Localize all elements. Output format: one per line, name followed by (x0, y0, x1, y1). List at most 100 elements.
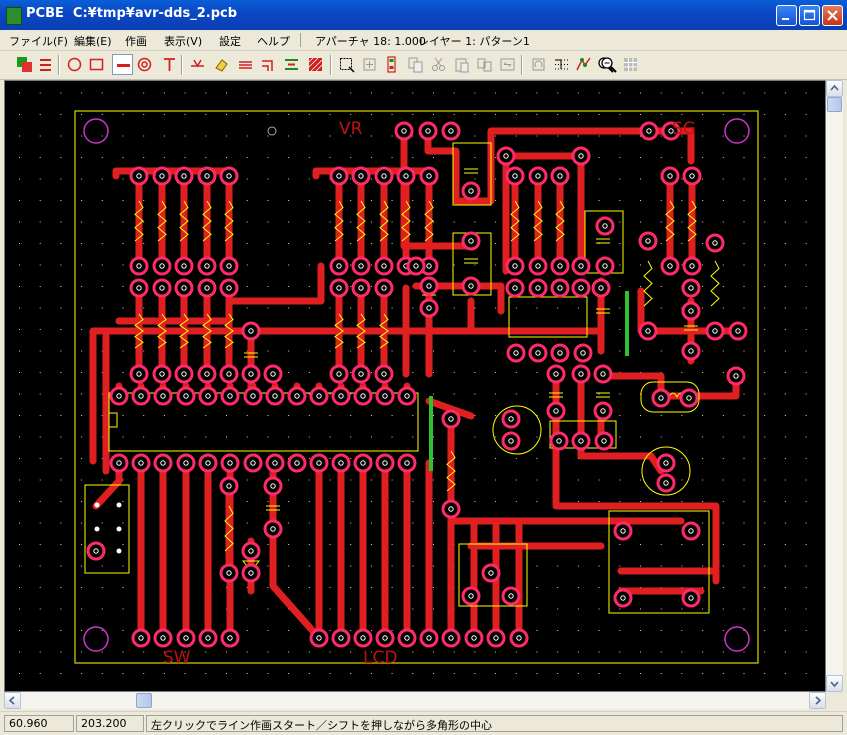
select-area-icon (340, 58, 355, 73)
pad (419, 276, 439, 296)
pad (681, 341, 701, 361)
mounting-hole (83, 626, 109, 652)
pad-tool-button[interactable] (134, 54, 155, 75)
rectangle-tool-button[interactable] (86, 54, 107, 75)
pad (353, 453, 373, 473)
scroll-up-button[interactable] (826, 80, 843, 97)
label-vr: VR (339, 119, 363, 139)
pad (197, 256, 217, 276)
aperture-readout: アパーチャ 18: 1.000 (315, 35, 426, 48)
pad (198, 386, 218, 406)
bus-line-icon (239, 61, 252, 69)
paste-button[interactable] (451, 54, 472, 75)
layer-switch-button[interactable] (35, 54, 56, 75)
horizontal-scrollbar[interactable] (4, 692, 826, 709)
cut-button[interactable] (428, 54, 449, 75)
vertical-scrollbar[interactable] (826, 80, 843, 692)
pad (396, 166, 416, 186)
junction-button[interactable] (187, 54, 208, 75)
menu-file[interactable]: ファイル(F) (9, 33, 68, 49)
maximize-icon (803, 9, 816, 21)
zoom-out-button[interactable] (598, 54, 619, 75)
pad (546, 401, 566, 421)
pad (461, 276, 481, 296)
pad (546, 364, 566, 384)
scroll-right-button[interactable] (809, 692, 826, 709)
pad (174, 278, 194, 298)
line-tool-button[interactable] (112, 54, 133, 75)
scroll-left-button[interactable] (4, 692, 21, 709)
fill-area-button[interactable] (305, 54, 326, 75)
pcb-drawing[interactable]: VR SG SW LCD (5, 81, 825, 691)
text-tool-button[interactable] (159, 54, 180, 75)
pad (613, 588, 633, 608)
menu-draw[interactable]: 作画 (125, 33, 147, 49)
pad (153, 628, 173, 648)
menu-view[interactable]: 表示(V) (164, 33, 202, 49)
pad (131, 386, 151, 406)
mirror-button[interactable] (497, 54, 518, 75)
pad (351, 166, 371, 186)
pad (197, 166, 217, 186)
pad (419, 166, 439, 186)
pad (131, 628, 151, 648)
menu-edit[interactable]: 編集(E) (74, 33, 112, 49)
pad (441, 409, 461, 429)
copper-trace (577, 372, 665, 475)
capacitor-symbol (596, 392, 610, 398)
app-icon[interactable] (6, 7, 22, 25)
pad (243, 453, 263, 473)
align-button[interactable] (281, 54, 302, 75)
layers-button[interactable] (14, 54, 35, 75)
pad (153, 453, 173, 473)
menu-help[interactable]: ヘルプ (257, 33, 290, 49)
rotate-button[interactable] (528, 54, 549, 75)
corner-line-button[interactable] (258, 54, 279, 75)
duplicate-button[interactable] (474, 54, 495, 75)
move-button[interactable] (359, 54, 380, 75)
copy-button[interactable] (405, 54, 426, 75)
pcb-canvas[interactable]: VR SG SW LCD (4, 80, 826, 692)
grid-toggle-button[interactable] (551, 54, 572, 75)
select-area-button[interactable] (336, 54, 357, 75)
resistor-symbol (643, 260, 653, 307)
pad (571, 278, 591, 298)
pad (550, 278, 570, 298)
pad (595, 256, 615, 276)
align-icon (285, 59, 298, 70)
circle-tool-button[interactable] (64, 54, 85, 75)
menu-settings[interactable]: 設定 (219, 33, 241, 49)
bus-line-button[interactable] (235, 54, 256, 75)
copper-trace (115, 262, 325, 325)
minimize-button[interactable] (776, 5, 797, 26)
pad (263, 519, 283, 539)
pad (509, 628, 529, 648)
pad (441, 121, 461, 141)
pad (129, 364, 149, 384)
horizontal-scroll-thumb[interactable] (136, 693, 152, 708)
eraser-icon (215, 59, 228, 72)
component-button[interactable] (381, 54, 402, 75)
capacitor-symbol (464, 258, 478, 264)
maximize-button[interactable] (799, 5, 820, 26)
mounting-hole (724, 118, 750, 144)
fit-view-button[interactable] (620, 54, 641, 75)
pad (265, 453, 285, 473)
close-button[interactable] (822, 5, 843, 26)
pad (594, 431, 614, 451)
eraser-button[interactable] (211, 54, 232, 75)
copper-trace (89, 297, 475, 465)
cut-icon (432, 57, 445, 71)
minimize-icon (782, 18, 789, 20)
pad (129, 256, 149, 276)
vertical-scroll-thumb[interactable] (827, 97, 842, 112)
pad (726, 366, 746, 386)
pad (418, 121, 438, 141)
arrow-left-icon (8, 696, 15, 705)
arrow-down-icon (830, 681, 839, 688)
route-button[interactable] (573, 54, 594, 75)
pad (593, 401, 613, 421)
pad (131, 453, 151, 473)
scroll-down-button[interactable] (826, 675, 843, 692)
pad (176, 386, 196, 406)
